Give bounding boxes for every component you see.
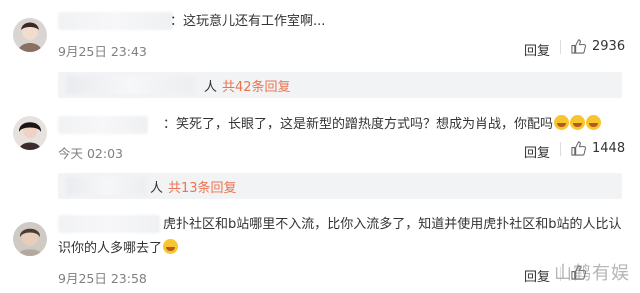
reply-button[interactable]: 回复 — [524, 142, 550, 161]
more-replies-box[interactable]: 人 共13条回复 — [58, 173, 622, 199]
laugh-cry-emoji-icon — [570, 115, 586, 130]
blurred-username — [58, 116, 148, 134]
comment-time: 今天 02:03 — [58, 146, 123, 161]
comment-text-body: 识你的人多哪去了 — [58, 241, 163, 256]
blurred-names — [66, 76, 194, 94]
comment-time: 9月25日 23:43 — [58, 44, 147, 59]
avatar[interactable] — [13, 222, 47, 256]
comment-text-line2: 识你的人多哪去了 — [58, 238, 179, 260]
thinking-emoji-icon — [163, 239, 179, 254]
divider — [560, 142, 561, 156]
like-count: 2936 — [592, 39, 626, 54]
like-count: 1448 — [592, 141, 626, 156]
reply-button[interactable]: 回复 — [524, 266, 550, 285]
like-button[interactable]: 1448 — [571, 141, 625, 156]
watermark: 山鹤有娱 — [554, 263, 630, 284]
reply-button[interactable]: 回复 — [524, 40, 550, 59]
comment-text: ：这玩意儿还有工作室啊... — [170, 14, 326, 29]
comment-time: 9月25日 23:58 — [58, 271, 147, 286]
comment-text: ：笑死了，长眼了，这是新型的蹭热度方式吗？想成为肖战，你配吗 — [163, 114, 602, 136]
blurred-names — [66, 177, 146, 195]
replies-people: 人 — [150, 181, 164, 196]
avatar[interactable] — [13, 116, 47, 150]
thumbs-up-icon — [571, 39, 586, 54]
blurred-username — [58, 215, 160, 233]
like-button[interactable]: 2936 — [571, 39, 625, 54]
laugh-cry-emoji-icon — [554, 115, 570, 130]
replies-count-link[interactable]: 共42条回复 — [222, 76, 291, 95]
thumbs-up-icon — [571, 141, 586, 156]
laugh-cry-emoji-icon — [586, 115, 602, 130]
replies-people: 人 — [204, 80, 218, 95]
comment-text-body: ：笑死了，长眼了，这是新型的蹭热度方式吗？想成为肖战，你配吗 — [163, 117, 554, 132]
more-replies-box[interactable]: 人 共42条回复 — [58, 72, 622, 98]
divider — [560, 40, 561, 54]
avatar[interactable] — [13, 18, 47, 52]
blurred-username — [58, 12, 173, 30]
replies-count-link[interactable]: 共13条回复 — [168, 177, 237, 196]
comment-text-line1: 虎扑社区和b站哪里不入流，比你入流多了，知道并使用虎扑社区和b站的人比认 — [163, 217, 622, 232]
